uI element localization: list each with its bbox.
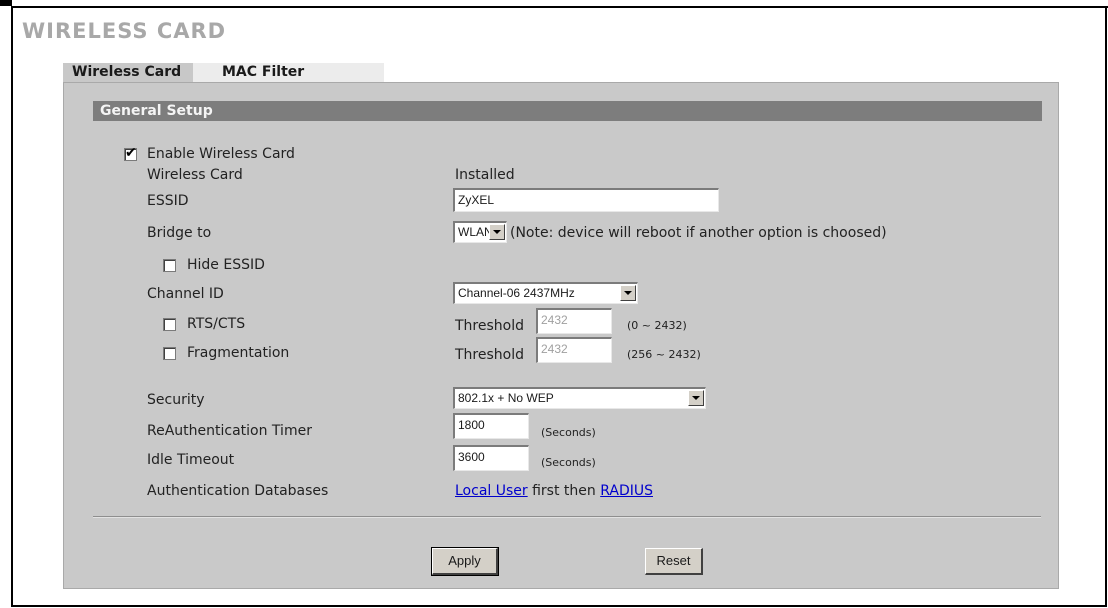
wireless-card-status: Installed xyxy=(455,167,515,183)
auth-db-label: Authentication Databases xyxy=(147,483,329,499)
rts-threshold-label: Threshold xyxy=(455,318,524,334)
bridge-to-value: WLAN xyxy=(458,225,493,239)
divider xyxy=(93,516,1041,518)
reauth-timer-label: ReAuthentication Timer xyxy=(147,423,312,439)
chevron-down-icon xyxy=(489,224,505,240)
hide-essid-label: Hide ESSID xyxy=(187,257,265,273)
idle-timeout-label: Idle Timeout xyxy=(147,452,235,468)
enable-wireless-checkbox[interactable]: ✔ xyxy=(124,145,137,161)
chevron-down-icon xyxy=(620,285,636,301)
tab-wireless-card[interactable]: Wireless Card xyxy=(63,63,193,83)
idle-unit: (Seconds) xyxy=(541,456,596,469)
radius-link[interactable]: RADIUS xyxy=(600,483,653,499)
rts-cts-label: RTS/CTS xyxy=(187,316,246,332)
security-label: Security xyxy=(147,392,205,408)
channel-id-select[interactable]: Channel-06 2437MHz xyxy=(453,282,638,304)
enable-wireless-label: Enable Wireless Card xyxy=(147,146,295,162)
auth-db-value: Local User first then RADIUS xyxy=(455,483,653,499)
page-top-border xyxy=(0,0,1108,8)
essid-input[interactable]: ZyXEL xyxy=(453,188,719,212)
local-user-link[interactable]: Local User xyxy=(455,483,528,499)
rts-range: (0 ~ 2432) xyxy=(627,319,687,332)
channel-id-label: Channel ID xyxy=(147,286,224,302)
hide-essid-checkbox[interactable] xyxy=(163,259,176,272)
check-mark-icon: ✔ xyxy=(125,145,137,161)
reset-button[interactable]: Reset xyxy=(645,548,703,575)
essid-label: ESSID xyxy=(147,193,189,209)
fragmentation-checkbox[interactable] xyxy=(163,347,176,360)
rts-threshold-input[interactable]: 2432 xyxy=(536,308,612,334)
bridge-note: (Note: device will reboot if another opt… xyxy=(510,225,887,241)
frag-threshold-label: Threshold xyxy=(455,347,524,363)
security-value: 802.1x + No WEP xyxy=(458,391,554,405)
channel-id-value: Channel-06 2437MHz xyxy=(458,286,575,300)
bridge-to-label: Bridge to xyxy=(147,225,212,241)
rts-cts-checkbox[interactable] xyxy=(163,318,176,331)
security-select[interactable]: 802.1x + No WEP xyxy=(453,387,706,409)
tab-mac-filter[interactable]: MAC Filter xyxy=(193,63,384,83)
tab-label: Wireless Card xyxy=(72,64,182,80)
reauth-timer-input[interactable]: 1800 xyxy=(453,413,529,439)
tab-label: MAC Filter xyxy=(222,64,305,80)
fragmentation-label: Fragmentation xyxy=(187,345,290,361)
idle-timeout-input[interactable]: 3600 xyxy=(453,445,529,471)
section-header: General Setup xyxy=(93,101,1042,121)
frag-threshold-input[interactable]: 2432 xyxy=(536,337,612,363)
reauth-unit: (Seconds) xyxy=(541,426,596,439)
auth-db-connector: first then xyxy=(527,483,601,499)
chevron-down-icon xyxy=(688,390,704,406)
frag-range: (256 ~ 2432) xyxy=(627,348,701,361)
apply-button[interactable]: Apply xyxy=(431,547,499,576)
page-title: WIRELESS CARD xyxy=(22,19,227,43)
wireless-card-label: Wireless Card xyxy=(147,167,243,183)
bridge-to-select[interactable]: WLAN xyxy=(453,221,507,243)
